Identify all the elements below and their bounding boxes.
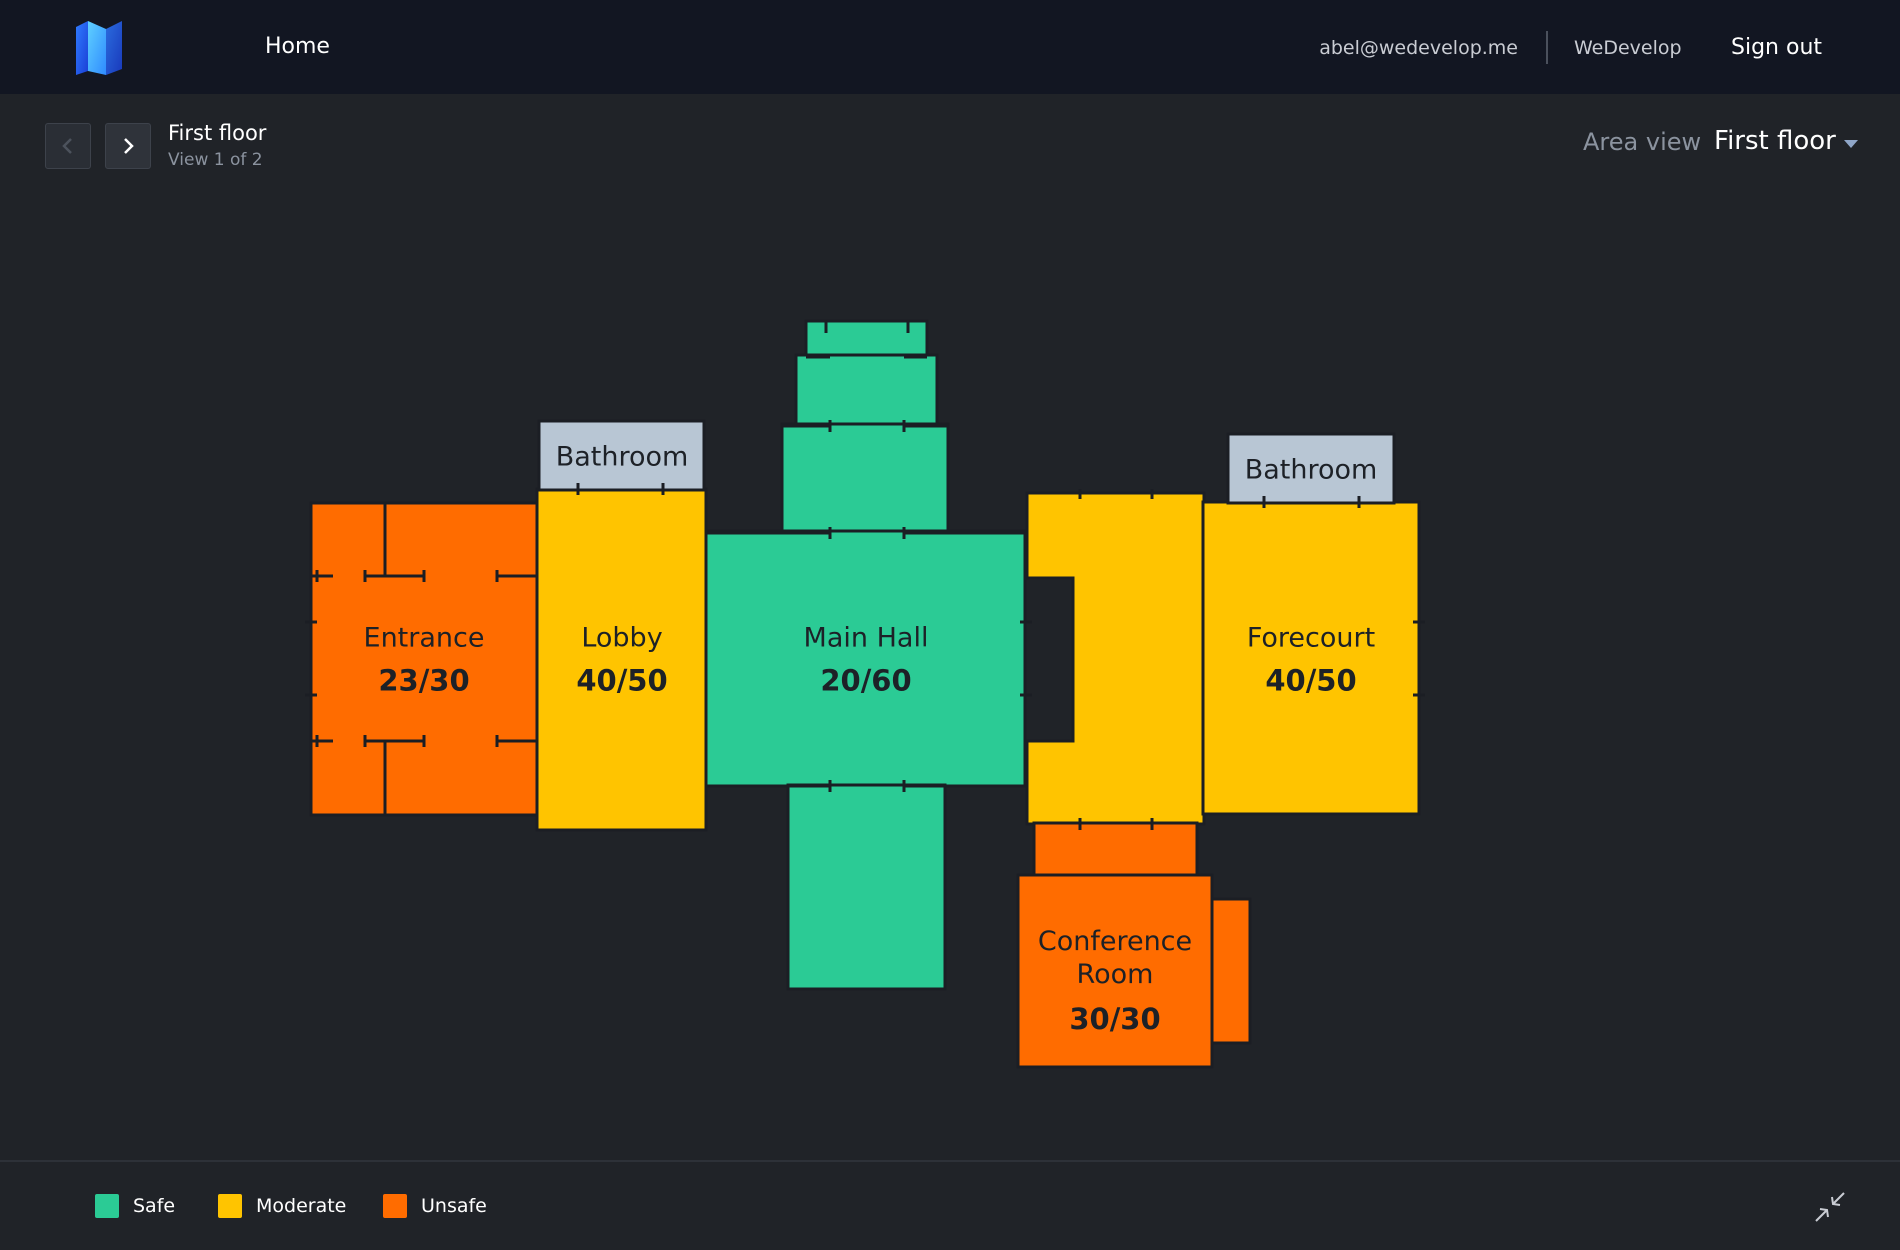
room-name-line-1: Conference [1037,926,1193,957]
room-occupancy: 40/50 [576,663,668,698]
legend-item-moderate: Moderate [218,1194,346,1218]
legend-item-safe: Safe [95,1194,175,1218]
room-name: Main Hall [803,622,929,654]
room-label-entrance: Entrance 23/30 [364,623,485,698]
room-label-bathroom-right: Bathroom [1245,455,1378,486]
room-name: Lobby [581,622,663,654]
room-name: Forecourt [1246,622,1376,654]
room-label-main-hall: Main Hall 20/60 [804,623,929,698]
room-occupancy: 23/30 [378,663,470,698]
room-occupancy: 40/50 [1265,663,1357,698]
room-label-conference-room: Conference Room 30/30 [1038,926,1192,1036]
room-name: Bathroom [1244,454,1378,486]
room-label-bathroom-left: Bathroom [556,442,689,473]
room-name: Entrance [363,622,485,654]
room-corridor-shape[interactable] [1025,491,1206,826]
legend-swatch-unsafe [383,1194,407,1218]
footer-divider [0,1160,1900,1162]
legend-label: Moderate [256,1195,347,1217]
room-label-forecourt: Forecourt 40/50 [1247,623,1375,698]
collapse-arrows-icon[interactable] [1813,1190,1847,1224]
legend-swatch-safe [95,1194,119,1218]
room-occupancy: 20/60 [820,663,912,698]
room-occupancy: 30/30 [1069,1002,1161,1036]
room-label-lobby: Lobby 40/50 [576,623,667,698]
legend-swatch-moderate [218,1194,242,1218]
legend-item-unsafe: Unsafe [383,1194,487,1218]
legend-label: Unsafe [421,1195,487,1217]
room-name-line-2: Room [1076,959,1154,990]
room-name: Bathroom [555,441,689,473]
floor-plan [305,319,1425,1069]
legend-label: Safe [133,1195,176,1217]
